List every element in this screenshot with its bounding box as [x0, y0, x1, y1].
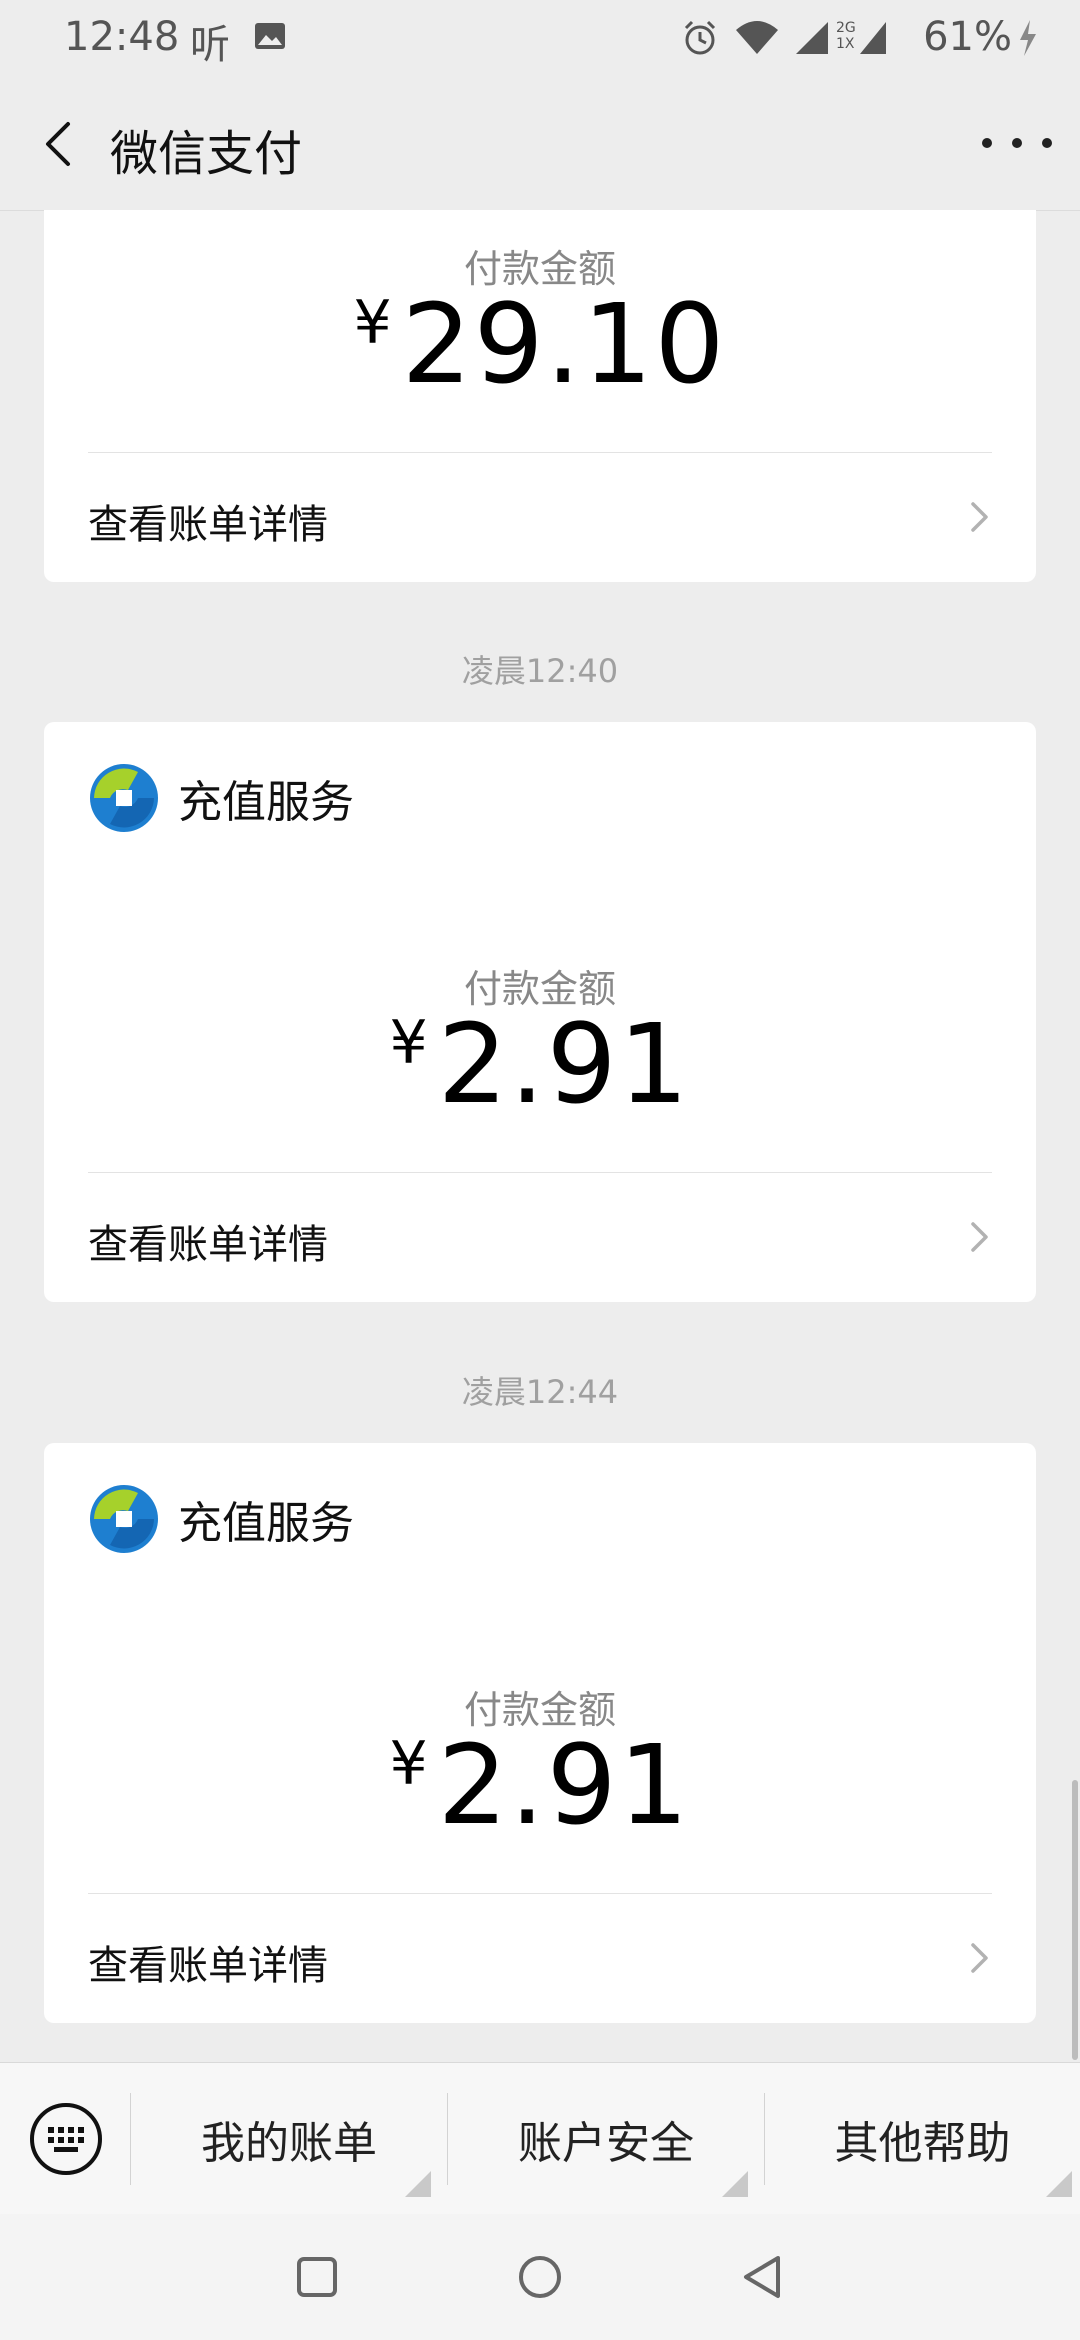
alarm-icon — [684, 20, 716, 55]
payment-card: 付款金额 ¥29.10 查看账单详情 — [44, 210, 1036, 582]
merchant-name: 充值服务 — [178, 1498, 354, 1549]
currency-symbol: ¥ — [389, 1729, 430, 1799]
view-bill-details-row[interactable]: 查看账单详情 — [44, 1174, 1036, 1302]
chevron-right-icon — [971, 1943, 988, 1973]
image-notification-icon — [255, 23, 285, 49]
payment-card: 充值服务 付款金额 ¥2.91 查看账单详情 — [44, 722, 1036, 1302]
menu-other-help[interactable]: 其他帮助 — [765, 2063, 1080, 2215]
amount-value: 2.91 — [437, 1721, 691, 1849]
view-bill-details-row[interactable]: 查看账单详情 — [44, 454, 1036, 582]
chevron-right-icon — [971, 1222, 988, 1252]
divider — [88, 452, 992, 453]
network-type-label: 2G 1X — [836, 20, 856, 52]
dot-icon — [1012, 138, 1022, 148]
payment-card: 充值服务 付款金额 ¥2.91 查看账单详情 — [44, 1443, 1036, 2023]
status-bar: 12:48 听 2G 1X 61% — [0, 0, 1080, 78]
menu-my-bills[interactable]: 我的账单 — [131, 2063, 447, 2215]
payment-amount: ¥29.10 — [44, 280, 1036, 408]
wifi-icon — [736, 21, 778, 54]
divider — [88, 1893, 992, 1894]
merchant-header: 充值服务 — [88, 762, 354, 834]
amount-value: 2.91 — [437, 1000, 691, 1128]
currency-symbol: ¥ — [389, 1008, 430, 1078]
menu-account-security[interactable]: 账户安全 — [448, 2063, 764, 2215]
network-label-top: 2G — [836, 20, 856, 36]
recharge-service-logo-icon — [90, 1485, 158, 1553]
view-bill-details-row[interactable]: 查看账单详情 — [44, 1895, 1036, 2023]
more-options-icon[interactable] — [982, 118, 1052, 168]
recharge-service-logo-icon — [90, 764, 158, 832]
merchant-name: 充值服务 — [178, 777, 354, 828]
merchant-header: 充值服务 — [88, 1483, 354, 1555]
back-triangle-icon[interactable] — [738, 2252, 788, 2302]
page-title: 微信支付 — [110, 126, 303, 182]
submenu-indicator-icon — [722, 2171, 748, 2197]
music-app-indicator: 听 — [190, 22, 230, 68]
scrollbar[interactable] — [1072, 1780, 1078, 2060]
status-time: 12:48 — [64, 14, 180, 60]
view-bill-details-label: 查看账单详情 — [88, 1943, 328, 1989]
view-bill-details-label: 查看账单详情 — [88, 502, 328, 548]
message-timestamp: 凌晨12:44 — [461, 1373, 619, 1411]
home-icon[interactable] — [515, 2252, 565, 2302]
signal-2-icon — [860, 22, 886, 54]
view-bill-details-label: 查看账单详情 — [88, 1222, 328, 1268]
divider — [88, 1172, 992, 1173]
menu-my-bills-label: 我的账单 — [201, 2118, 377, 2169]
menu-account-security-label: 账户安全 — [518, 2118, 694, 2169]
currency-symbol: ¥ — [353, 288, 394, 358]
amount-value: 29.10 — [401, 280, 727, 408]
system-navigation-bar — [0, 2214, 1080, 2340]
service-menu-bar: 我的账单 账户安全 其他帮助 — [0, 2062, 1080, 2215]
message-timestamp: 凌晨12:40 — [461, 652, 619, 690]
network-label-bottom: 1X — [836, 36, 855, 52]
submenu-indicator-icon — [405, 2171, 431, 2197]
charging-icon — [1020, 20, 1036, 56]
menu-other-help-label: 其他帮助 — [834, 2118, 1011, 2169]
dot-icon — [1042, 138, 1052, 148]
submenu-indicator-icon — [1046, 2171, 1072, 2197]
dot-icon — [982, 138, 992, 148]
payment-amount: ¥2.91 — [44, 1721, 1036, 1849]
chevron-right-icon — [971, 502, 988, 532]
keyboard-toggle-icon[interactable] — [28, 2101, 104, 2177]
back-arrow-icon[interactable] — [30, 114, 90, 174]
battery-percent: 61% — [923, 14, 1012, 60]
navigation-header: 微信支付 — [0, 78, 1080, 211]
recent-apps-icon[interactable] — [292, 2252, 342, 2302]
signal-icon — [796, 22, 828, 54]
payment-amount: ¥2.91 — [44, 1000, 1036, 1128]
